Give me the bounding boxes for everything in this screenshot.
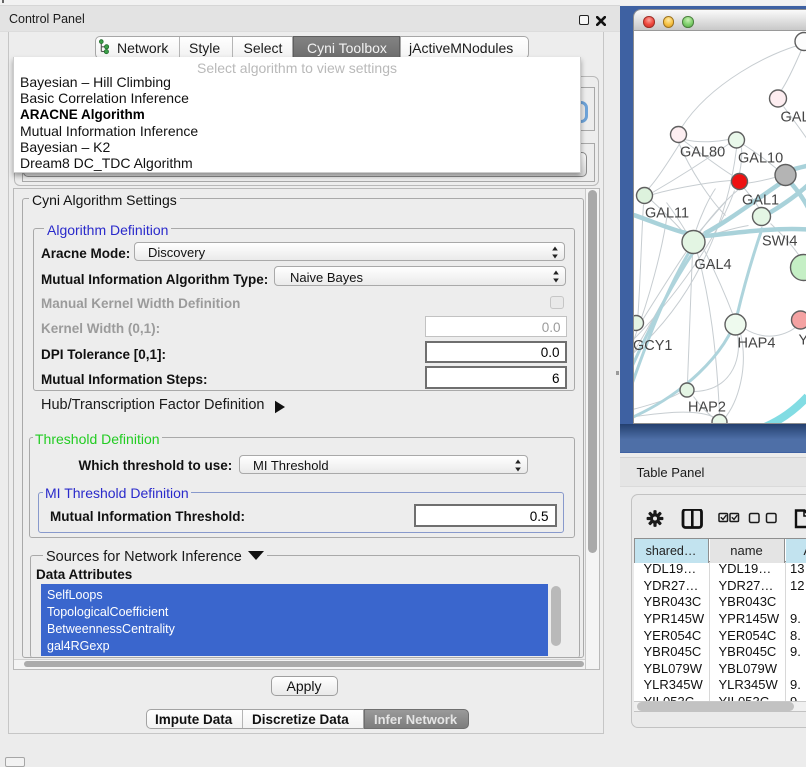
- svg-text:HAP2: HAP2: [688, 400, 726, 416]
- svg-text:SWI4: SWI4: [762, 234, 797, 250]
- svg-text:GCY1: GCY1: [634, 338, 673, 354]
- svg-text:GAL2: GAL2: [781, 110, 806, 126]
- svg-text:GAL11: GAL11: [645, 206, 689, 222]
- svg-text:GAL80: GAL80: [680, 145, 725, 161]
- svg-text:HAP4: HAP4: [738, 336, 776, 352]
- svg-text:Y: Y: [799, 333, 806, 349]
- svg-text:GAL1: GAL1: [742, 193, 779, 209]
- svg-text:GAL10: GAL10: [738, 151, 783, 167]
- svg-text:GAL4: GAL4: [695, 257, 732, 273]
